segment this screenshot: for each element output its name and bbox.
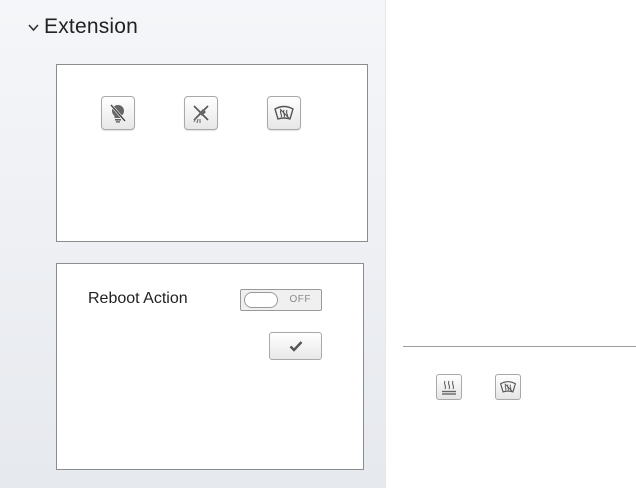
extension-panel: Extension Reboot Action OFF (0, 0, 386, 488)
reboot-box: Reboot Action OFF (56, 263, 364, 470)
toggle-state-text: OFF (289, 294, 311, 305)
wiper-off-button[interactable] (184, 96, 218, 130)
reboot-action-label: Reboot Action (88, 290, 188, 307)
defrost-small-button[interactable] (495, 374, 521, 400)
seat-heat-icon (442, 380, 456, 395)
right-icon-area (403, 347, 636, 488)
chevron-down-icon (28, 23, 39, 31)
extension-section-header[interactable]: Extension (28, 10, 138, 44)
extension-title: Extension (44, 15, 139, 38)
light-off-icon (110, 104, 126, 123)
light-off-button[interactable] (101, 96, 135, 130)
extension-icons-box (56, 64, 368, 242)
toggle-knob (244, 292, 278, 308)
seat-heat-button[interactable] (436, 374, 462, 400)
defrost-icon (499, 381, 517, 393)
confirm-button[interactable] (269, 332, 322, 360)
checkmark-icon (289, 341, 302, 352)
defrost-button[interactable] (267, 96, 301, 130)
reboot-action-toggle[interactable]: OFF (240, 289, 322, 311)
wiper-off-icon (193, 105, 209, 124)
defrost-icon (274, 105, 294, 120)
